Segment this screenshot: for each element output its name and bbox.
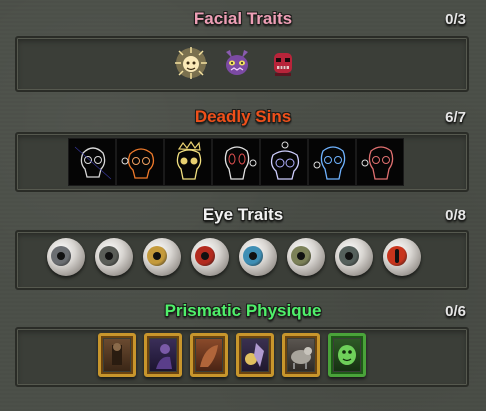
iris — [387, 246, 407, 266]
section-title: Eye Traits — [202, 205, 284, 224]
blue-eye[interactable] — [239, 238, 277, 276]
section-count: 0/8 — [445, 207, 466, 224]
section-count: 6/7 — [445, 109, 466, 126]
portrait-brown-figure[interactable] — [98, 333, 136, 377]
purple-imp-face-icon[interactable] — [220, 46, 254, 80]
section-title: Prismatic Physique — [164, 301, 322, 320]
section-title: Deadly Sins — [194, 107, 292, 126]
pupil — [201, 252, 209, 260]
olive-eye[interactable] — [287, 238, 325, 276]
iris — [291, 246, 311, 266]
skull-sin-7[interactable] — [356, 138, 404, 186]
iris — [99, 246, 119, 266]
skull-sin-5[interactable] — [260, 138, 308, 186]
pupil — [345, 252, 353, 260]
red-eye[interactable] — [191, 238, 229, 276]
pupil — [105, 252, 113, 260]
pupil — [153, 252, 161, 260]
iris — [195, 246, 215, 266]
pupil — [395, 249, 399, 263]
grey-eye[interactable] — [47, 238, 85, 276]
iris — [147, 246, 167, 266]
slate-eye[interactable] — [335, 238, 373, 276]
section-count: 0/3 — [445, 11, 466, 28]
red-skull-mask-icon[interactable] — [266, 46, 300, 80]
portrait-purple-figure[interactable] — [144, 333, 182, 377]
skull-sin-4[interactable] — [212, 138, 260, 186]
pupil — [297, 252, 305, 260]
portrait-green-creature[interactable] — [328, 333, 366, 377]
skull-sin-6[interactable] — [308, 138, 356, 186]
skull-sin-3[interactable] — [164, 138, 212, 186]
portrait-rust-figure[interactable] — [190, 333, 228, 377]
iris — [51, 246, 71, 266]
section-title: Facial Traits — [193, 9, 293, 28]
iris — [243, 246, 263, 266]
section-count: 0/6 — [445, 303, 466, 320]
dark-grey-eye[interactable] — [95, 238, 133, 276]
pupil — [57, 252, 65, 260]
iris — [339, 246, 359, 266]
portrait-grey-beast[interactable] — [282, 333, 320, 377]
red-slit-eye[interactable] — [383, 238, 421, 276]
skull-sin-2[interactable] — [116, 138, 164, 186]
pupil — [249, 252, 257, 260]
golden-eye[interactable] — [143, 238, 181, 276]
skull-sin-1[interactable] — [68, 138, 116, 186]
glowing-cat-face-icon[interactable] — [174, 46, 208, 80]
portrait-gold-figure[interactable] — [236, 333, 274, 377]
